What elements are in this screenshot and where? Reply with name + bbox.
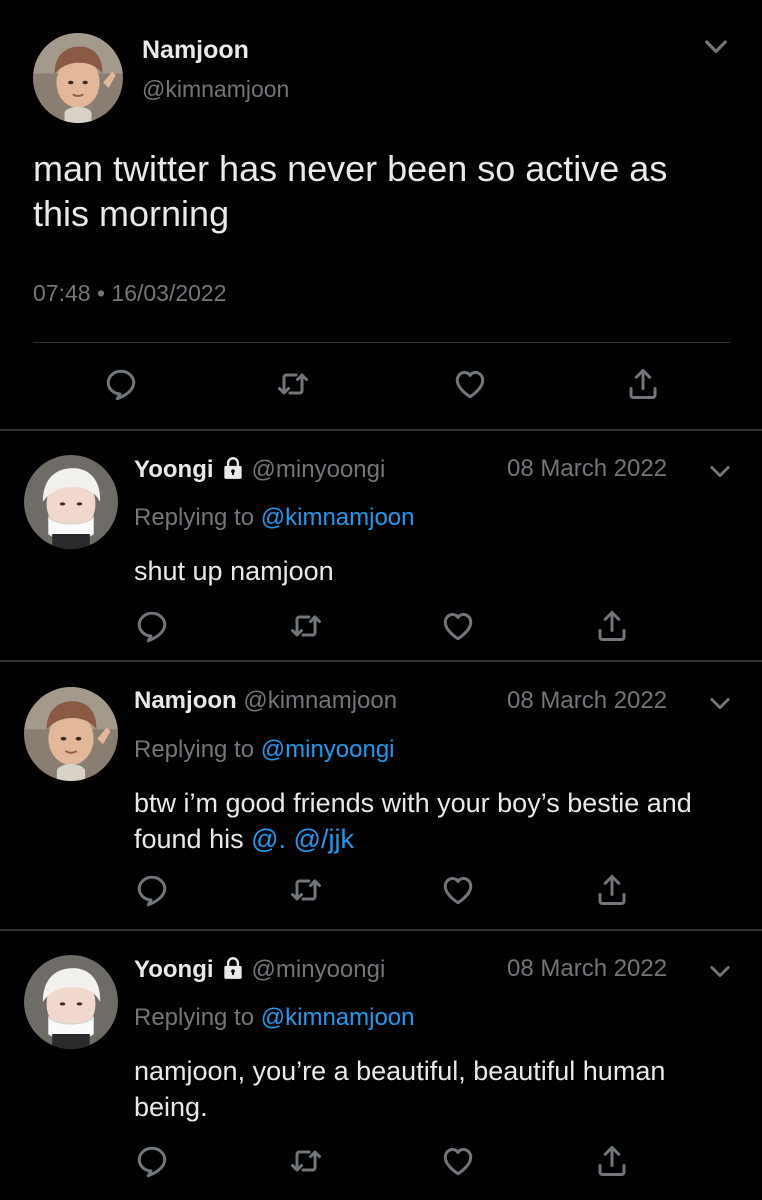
replying-label: Replying to [134,504,255,531]
reply-tweet[interactable]: Yoongi @minyoongi 08 March 2022 Replying … [0,455,762,655]
like-icon[interactable] [440,608,476,644]
reply-date[interactable]: 08 March 2022 [507,687,667,715]
author-handle[interactable]: @minyoongi [252,956,386,983]
mention-link[interactable]: @. [251,824,286,854]
action-bar [0,1143,762,1179]
author-handle[interactable]: @kimnamjoon [142,76,289,103]
reply-icon[interactable] [134,872,170,908]
lock-icon [220,955,246,981]
reply-text: namjoon, you’re a beautiful, beautiful h… [134,1056,666,1122]
mention-link[interactable]: @minyoongi [261,736,395,763]
reply-header: Namjoon @kimnamjoon [134,687,397,715]
reply-date[interactable]: 08 March 2022 [507,955,667,983]
reply-icon[interactable] [134,1143,170,1179]
reply-tweet[interactable]: Namjoon @kimnamjoon 08 March 2022 Replyi… [0,687,762,927]
reply-icon[interactable] [103,366,139,402]
avatar[interactable] [33,33,123,123]
like-icon[interactable] [440,1143,476,1179]
retweet-icon[interactable] [288,1143,324,1179]
retweet-icon[interactable] [275,366,311,402]
share-icon[interactable] [594,608,630,644]
avatar[interactable] [24,955,118,1049]
action-bar [0,366,762,406]
author-name[interactable]: Yoongi [134,456,214,483]
tweet-text: man twitter has never been so active as … [33,148,668,234]
chevron-down-icon[interactable] [706,689,734,717]
tweet-date: 16/03/2022 [111,280,227,306]
reply-text: shut up namjoon [134,556,334,586]
divider [0,429,762,431]
tweet-time: 07:48 [33,280,91,306]
reply-tweet[interactable]: Yoongi @minyoongi 08 March 2022 Replying … [0,955,762,1200]
reply-text-part: btw i’m good friends with your boy’s bes… [134,788,692,854]
avatar[interactable] [24,455,118,549]
like-icon[interactable] [452,366,488,402]
avatar-image [24,455,118,549]
author-name[interactable]: Namjoon [134,687,237,714]
mention-link[interactable]: @kimnamjoon [261,504,415,531]
reply-header: Yoongi @minyoongi [134,455,385,484]
avatar-image [24,687,118,781]
reply-header: Yoongi @minyoongi [134,955,385,984]
action-bar [0,608,762,644]
tweet-timestamp[interactable]: 07:48 • 16/03/2022 [33,280,227,307]
share-icon[interactable] [594,1143,630,1179]
replying-to: Replying to @kimnamjoon [134,504,415,532]
avatar-image [33,33,123,123]
avatar[interactable] [24,687,118,781]
author-handle[interactable]: @kimnamjoon [243,687,397,714]
reply-icon[interactable] [134,608,170,644]
retweet-icon[interactable] [288,872,324,908]
mention-link[interactable]: @kimnamjoon [261,1004,415,1031]
replying-to: Replying to @minyoongi [134,736,395,764]
share-icon[interactable] [625,366,661,402]
replying-to: Replying to @kimnamjoon [134,1004,415,1032]
divider [33,342,730,343]
reply-date[interactable]: 08 March 2022 [507,455,667,483]
action-bar [0,872,762,908]
main-tweet: Namjoon @kimnamjoon man twitter has neve… [0,0,762,430]
chevron-down-icon[interactable] [706,457,734,485]
avatar-image [24,955,118,1049]
mention-link[interactable]: @/jjk [294,824,354,854]
author-name[interactable]: Yoongi [134,956,214,983]
replying-label: Replying to [134,1004,255,1031]
retweet-icon[interactable] [288,608,324,644]
author-handle[interactable]: @minyoongi [252,456,386,483]
chevron-down-icon[interactable] [700,30,732,62]
like-icon[interactable] [440,872,476,908]
share-icon[interactable] [594,872,630,908]
replying-label: Replying to [134,736,255,763]
author-name[interactable]: Namjoon [142,36,249,65]
chevron-down-icon[interactable] [706,957,734,985]
divider [0,660,762,662]
reply-text: btw i’m good friends with your boy’s bes… [134,785,734,857]
lock-icon [220,455,246,481]
separator-dot: • [96,280,106,306]
divider [0,929,762,931]
